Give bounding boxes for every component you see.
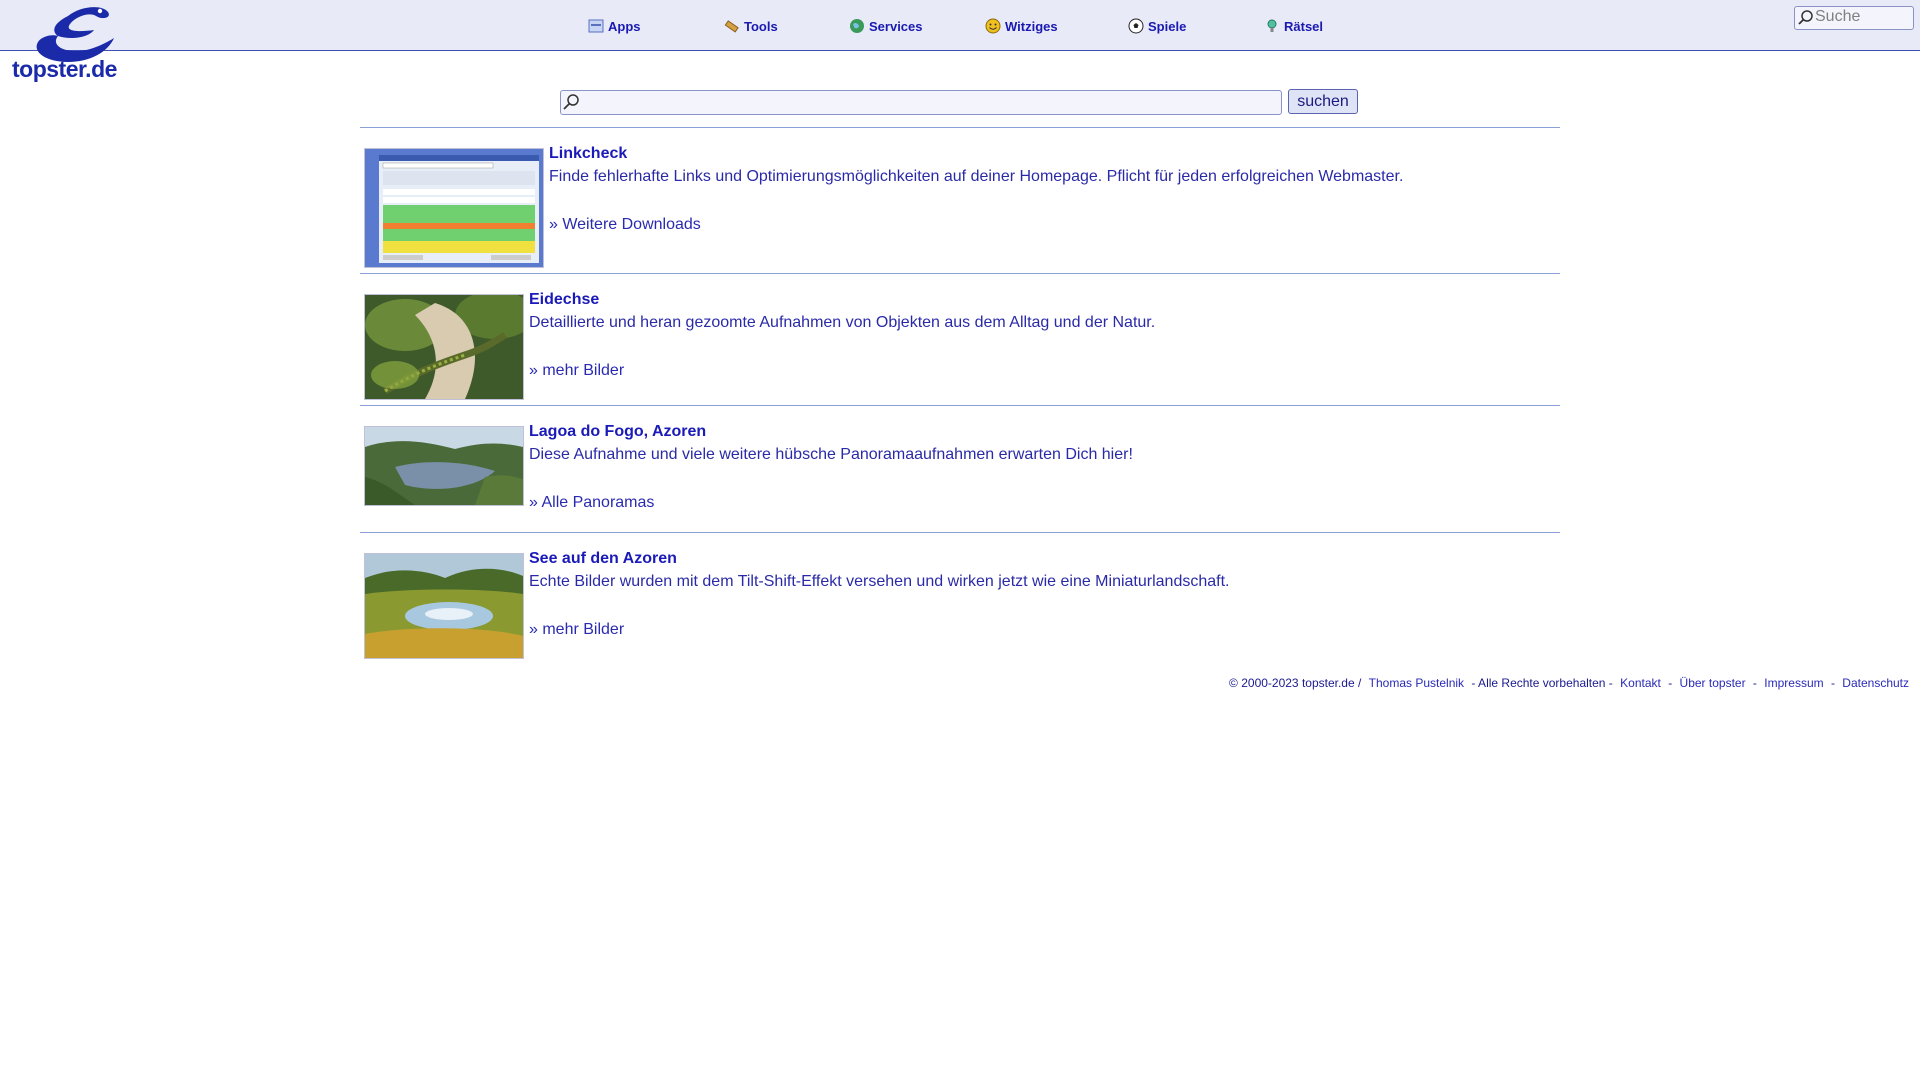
divider <box>360 532 1560 533</box>
apps-icon <box>588 18 604 34</box>
entry-title[interactable]: Linkcheck <box>549 145 627 163</box>
rights-text: - Alle Rechte vorbehalten - <box>1471 676 1613 690</box>
nav-label: Tools <box>744 18 778 34</box>
footer-link-kontakt[interactable]: Kontakt <box>1620 676 1661 690</box>
entry-link[interactable]: » Alle Panoramas <box>529 494 654 512</box>
nav-label: Services <box>869 18 923 34</box>
entry-link[interactable]: » mehr Bilder <box>529 362 624 380</box>
footer-link-impressum[interactable]: Impressum <box>1764 676 1823 690</box>
nav-apps[interactable]: Apps <box>588 16 641 36</box>
footer-separator: - <box>1830 676 1835 690</box>
footer-separator: - <box>1752 676 1757 690</box>
lizard-photo[interactable] <box>364 294 524 400</box>
lake-panorama-photo[interactable] <box>364 426 524 506</box>
search-icon <box>1798 10 1813 25</box>
top-search-input[interactable] <box>1815 8 1909 26</box>
entry-link[interactable]: » mehr Bilder <box>529 621 624 639</box>
globe-icon <box>849 18 865 34</box>
footer: © 2000-2023 topster.de / Thomas Pustelni… <box>1227 676 1911 690</box>
search-button[interactable]: suchen <box>1288 89 1358 114</box>
site-logo-text[interactable]: topster.de <box>12 56 117 83</box>
divider <box>360 273 1560 274</box>
entry-link[interactable]: » Weitere Downloads <box>549 216 701 234</box>
nav-spiele[interactable]: Spiele <box>1128 16 1186 36</box>
divider <box>360 405 1560 406</box>
entry-title[interactable]: Lagoa do Fogo, Azoren <box>529 423 706 441</box>
entry-description: Detaillierte und heran gezoomte Aufnahme… <box>529 314 1156 331</box>
main-search-box <box>560 90 1282 115</box>
nav-raetsel[interactable]: Rätsel <box>1264 16 1323 36</box>
tools-icon <box>724 18 740 34</box>
nav-services[interactable]: Services <box>849 16 923 36</box>
entry-description: Diese Aufnahme und viele weitere hübsche… <box>529 446 1133 463</box>
divider <box>360 127 1560 128</box>
smiley-icon <box>985 18 1001 34</box>
nav-witziges[interactable]: Witziges <box>985 16 1058 36</box>
main-search-input[interactable] <box>583 93 1273 111</box>
entry-title[interactable]: See auf den Azoren <box>529 550 677 568</box>
footer-separator: - <box>1668 676 1673 690</box>
nav-label: Spiele <box>1148 18 1187 34</box>
tilt-shift-lake-photo[interactable] <box>364 553 524 659</box>
entry-description: Echte Bilder wurden mit dem Tilt-Shift-E… <box>529 573 1230 590</box>
soccer-ball-icon <box>1128 18 1144 34</box>
author-link[interactable]: Thomas Pustelnik <box>1369 676 1464 690</box>
copyright: © 2000-2023 topster.de / <box>1229 676 1362 690</box>
nav-label: Apps <box>608 18 641 34</box>
top-search-box <box>1794 6 1914 30</box>
search-icon <box>563 94 579 110</box>
linkcheck-screenshot[interactable] <box>364 148 544 268</box>
nav-tools[interactable]: Tools <box>724 16 778 36</box>
entry-description: Finde fehlerhafte Links und Optimierungs… <box>549 168 1404 185</box>
footer-link-ueber-topster[interactable]: Über topster <box>1680 676 1746 690</box>
nav-label: Witziges <box>1005 18 1058 34</box>
entry-title[interactable]: Eidechse <box>529 291 599 309</box>
top-bar <box>0 0 1920 63</box>
nav-label: Rätsel <box>1284 18 1324 34</box>
lightbulb-icon <box>1264 18 1280 34</box>
footer-link-datenschutz[interactable]: Datenschutz <box>1842 676 1909 690</box>
